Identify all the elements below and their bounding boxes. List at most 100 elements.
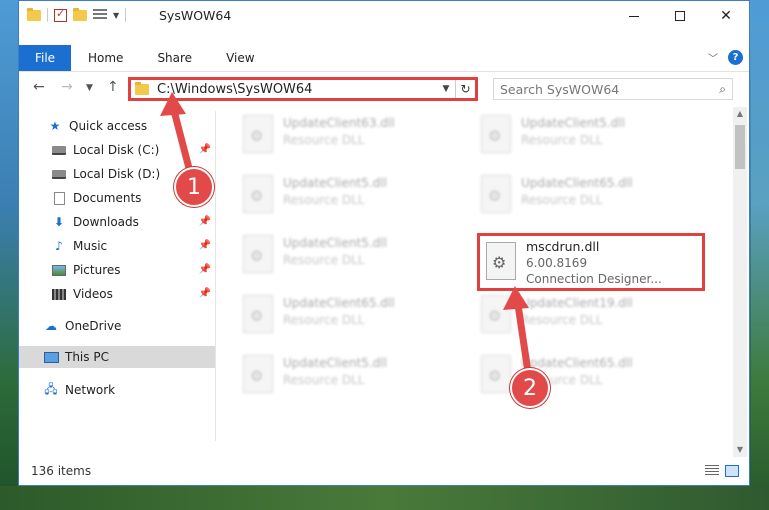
minimize-icon xyxy=(629,15,639,17)
file-description: Connection Designer... xyxy=(526,272,662,286)
selected-file-mscdrun[interactable]: mscdrun.dll 6.00.8169 Connection Designe… xyxy=(477,233,705,291)
tab-file[interactable]: File xyxy=(19,45,71,71)
music-icon: ♪ xyxy=(55,239,63,253)
list-item[interactable]: UpdateClient65.dllResource DLL xyxy=(457,351,687,399)
toolbar-divider xyxy=(47,8,48,22)
document-icon xyxy=(51,191,67,205)
dll-file-icon xyxy=(481,295,511,333)
sidebar-item-label: Music xyxy=(73,239,108,253)
file-type: Resource DLL xyxy=(283,133,365,147)
file-list: UpdateClient63.dll Resource DLL UpdateCli… xyxy=(219,111,729,449)
file-type: Resource DLL xyxy=(521,133,603,147)
sidebar-item-music[interactable]: ♪ Music 📌 xyxy=(19,235,215,257)
list-item[interactable]: UpdateClient63.dll Resource DLL xyxy=(219,111,449,159)
status-bar: 136 items xyxy=(19,457,749,485)
ribbon-tabs: File Home Share View xyxy=(19,45,272,71)
sidebar-item-local-disk-c[interactable]: Local Disk (C:) 📌 xyxy=(19,139,215,161)
dll-file-icon xyxy=(481,175,511,213)
pin-icon[interactable]: 📌 xyxy=(199,240,211,251)
file-type: Resource DLL xyxy=(521,193,603,207)
computer-icon xyxy=(43,350,59,364)
sidebar-item-label: Downloads xyxy=(73,215,139,229)
cloud-icon: ☁ xyxy=(45,319,57,333)
address-history-chevron-down-icon[interactable]: ▼ xyxy=(437,84,455,94)
network-icon: 🖧 xyxy=(44,381,58,396)
customize-toolbar-chevron-down-icon[interactable]: ▼ xyxy=(113,11,119,20)
quick-access-toolbar: ▼ xyxy=(27,7,127,22)
desktop-background-right xyxy=(751,0,769,510)
pin-icon[interactable]: 📌 xyxy=(199,264,211,275)
sidebar-item-downloads[interactable]: ⬇ Downloads 📌 xyxy=(19,211,215,233)
navigation-pane: ★ Quick access Local Disk (C:) 📌 Local D… xyxy=(19,111,215,441)
scroll-up-icon[interactable]: ▲ xyxy=(733,107,747,121)
list-item[interactable]: UpdateClient65.dllResource DLL xyxy=(219,291,449,339)
help-button[interactable]: ? xyxy=(728,50,743,65)
download-icon: ⬇ xyxy=(53,215,65,229)
pin-icon[interactable]: 📌 xyxy=(199,288,211,299)
pin-icon[interactable]: 📌 xyxy=(199,144,211,155)
properties-icon[interactable] xyxy=(93,9,107,21)
maximize-icon xyxy=(675,11,685,21)
desktop-background-left xyxy=(0,0,18,510)
list-item[interactable]: UpdateClient5.dll Resource DLL xyxy=(219,171,449,219)
tab-view[interactable]: View xyxy=(209,45,271,71)
tab-share[interactable]: Share xyxy=(140,45,209,71)
sidebar-item-label: Documents xyxy=(73,191,142,205)
search-input[interactable]: Search SysWOW64 xyxy=(500,82,719,97)
tab-home[interactable]: Home xyxy=(71,45,140,71)
sidebar-item-this-pc[interactable]: This PC xyxy=(19,346,215,368)
file-name: UpdateClient65.dll xyxy=(521,356,633,370)
dll-file-icon xyxy=(481,355,511,393)
scroll-down-icon[interactable]: ▼ xyxy=(733,443,747,457)
explorer-window: ▼ SysWOW64 ✕ File Home Share View ﹀ ? ← … xyxy=(18,0,750,486)
file-type: Resource DLL xyxy=(521,313,603,327)
address-folder-icon xyxy=(135,81,149,95)
items-count: 136 items xyxy=(31,464,92,478)
sidebar-item-label: Local Disk (C:) xyxy=(73,143,160,157)
expand-ribbon-chevron-down-icon[interactable]: ﹀ xyxy=(708,50,718,65)
pane-divider[interactable] xyxy=(215,111,216,441)
up-arrow-icon[interactable]: ↑ xyxy=(107,79,119,95)
close-button[interactable]: ✕ xyxy=(703,1,749,31)
list-item[interactable]: UpdateClient5.dll Resource DLL xyxy=(219,231,449,279)
navigation-bar: ← → ▼ ↑ C:\Windows\SysWOW64 ▼ ↻ Search S… xyxy=(19,74,749,104)
list-item[interactable]: UpdateClient5.dll Resource DLL xyxy=(457,111,687,159)
forward-arrow-icon[interactable]: → xyxy=(61,79,73,95)
maximize-button[interactable] xyxy=(657,1,703,31)
file-name: UpdateClient5.dll xyxy=(283,176,387,190)
sidebar-item-label: Videos xyxy=(73,287,113,301)
search-box[interactable]: Search SysWOW64 ⌕ xyxy=(493,78,733,100)
details-view-icon[interactable] xyxy=(705,465,719,477)
file-name: mscdrun.dll xyxy=(526,239,600,254)
disk-icon xyxy=(51,143,67,157)
sidebar-item-videos[interactable]: Videos 📌 xyxy=(19,283,215,305)
dll-file-icon xyxy=(481,115,511,153)
callout-badge-2: 2 xyxy=(510,368,550,408)
star-icon: ★ xyxy=(49,119,61,133)
large-icons-view-icon[interactable] xyxy=(725,465,739,477)
scrollbar-thumb[interactable] xyxy=(735,125,745,169)
pin-icon[interactable]: 📌 xyxy=(199,216,211,227)
dll-file-icon xyxy=(243,295,273,333)
vertical-scrollbar[interactable]: ▲ ▼ xyxy=(733,107,747,457)
refresh-icon[interactable]: ↻ xyxy=(455,80,475,98)
recent-locations-chevron-down-icon[interactable]: ▼ xyxy=(86,83,93,93)
window-title: SysWOW64 xyxy=(159,8,232,23)
minimize-button[interactable] xyxy=(611,1,657,31)
search-icon[interactable]: ⌕ xyxy=(719,82,726,97)
sidebar-item-quick-access[interactable]: ★ Quick access xyxy=(19,115,215,137)
file-name: UpdateClient63.dll xyxy=(283,116,395,130)
list-item[interactable]: UpdateClient19.dll Resource DLL xyxy=(457,291,687,339)
address-bar[interactable]: C:\Windows\SysWOW64 ▼ ↻ xyxy=(128,77,478,101)
list-item[interactable]: UpdateClient65.dllResource DLL xyxy=(457,171,687,219)
new-folder-icon[interactable] xyxy=(73,7,87,21)
back-arrow-icon[interactable]: ← xyxy=(33,79,45,95)
sidebar-item-onedrive[interactable]: ☁ OneDrive xyxy=(19,315,215,337)
list-item[interactable]: UpdateClient5.dll Resource DLL xyxy=(219,351,449,399)
sidebar-item-network[interactable]: 🖧 Network xyxy=(19,379,215,401)
dll-file-icon xyxy=(243,355,273,393)
sidebar-item-pictures[interactable]: Pictures 📌 xyxy=(19,259,215,281)
properties-check-icon[interactable] xyxy=(54,7,67,22)
address-path[interactable]: C:\Windows\SysWOW64 xyxy=(157,82,437,97)
close-icon: ✕ xyxy=(720,8,732,24)
